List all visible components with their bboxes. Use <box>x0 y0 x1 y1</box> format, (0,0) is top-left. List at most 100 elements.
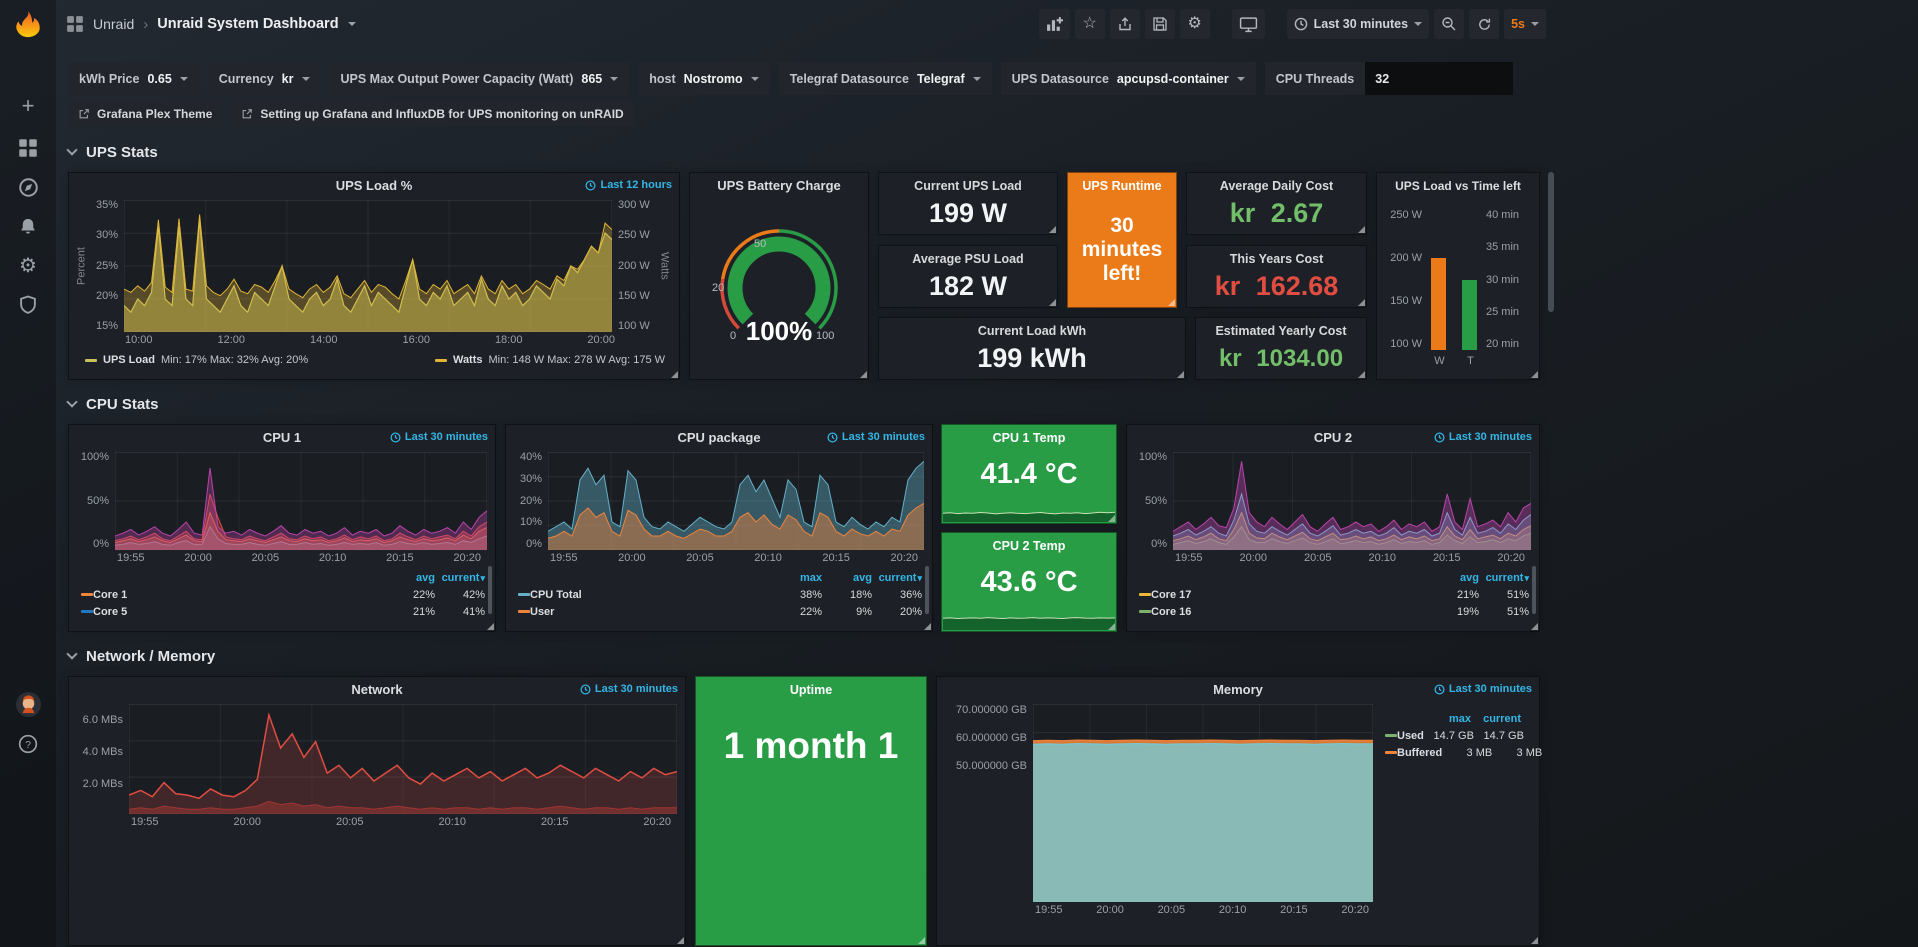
cpu-threads-input[interactable] <box>1365 62 1513 95</box>
resize-handle[interactable] <box>1108 623 1115 630</box>
link-ups-monitoring-guide[interactable]: Setting up Grafana and InfluxDB for UPS … <box>231 101 633 126</box>
section-ups-stats[interactable]: UPS Stats <box>68 142 158 162</box>
panel-title[interactable]: Current Load kWh <box>978 324 1086 338</box>
section-network-memory[interactable]: Network / Memory <box>68 646 215 666</box>
panel-title[interactable]: Memory <box>1213 682 1263 697</box>
time-range-badge[interactable]: Last 30 minutes <box>1434 431 1532 443</box>
grafana-logo[interactable] <box>0 6 56 46</box>
add-icon[interactable]: + <box>0 90 56 122</box>
variable-ups-datasource[interactable]: UPS Datasourceapcupsd-container <box>1001 62 1256 95</box>
time-range-badge[interactable]: Last 30 minutes <box>827 431 925 443</box>
memory-graph-plot[interactable] <box>1033 704 1373 902</box>
resize-handle[interactable] <box>1177 371 1184 378</box>
legend-header[interactable]: max <box>772 572 822 584</box>
page-scrollbar-thumb[interactable] <box>1548 172 1554 312</box>
resize-handle[interactable] <box>1108 515 1115 522</box>
legend-scrollbar[interactable] <box>488 566 492 614</box>
legend-header[interactable]: current <box>872 572 922 584</box>
cpu2-graph-plot[interactable] <box>1173 452 1531 550</box>
panel-title[interactable]: CPU package <box>677 430 760 445</box>
chevron-down-icon[interactable] <box>348 22 356 26</box>
panel-title[interactable]: Network <box>351 682 402 697</box>
panel-title[interactable]: CPU 1 Temp <box>993 431 1066 445</box>
dashboards-icon[interactable] <box>0 132 56 164</box>
legend-series-name[interactable]: UPS Load <box>103 354 155 366</box>
legend-header[interactable]: max <box>1421 713 1471 725</box>
legend-scrollbar[interactable] <box>925 566 929 614</box>
panel-title[interactable]: Estimated Yearly Cost <box>1215 324 1346 338</box>
time-range-badge[interactable]: Last 12 hours <box>585 179 672 191</box>
legend-header[interactable]: current <box>1479 572 1529 584</box>
ups-load-graph-plot[interactable] <box>124 200 612 332</box>
time-range-picker[interactable]: Last 30 minutes <box>1287 9 1429 39</box>
refresh-interval-picker[interactable]: 5s <box>1504 9 1546 39</box>
star-dashboard-button[interactable]: ☆ <box>1075 9 1105 39</box>
time-range-badge[interactable]: Last 30 minutes <box>1434 683 1532 695</box>
legend-header[interactable]: current <box>1471 713 1521 725</box>
panel-title[interactable]: UPS Load vs Time left <box>1395 179 1521 193</box>
configuration-gear-icon[interactable]: ⚙ <box>0 250 56 282</box>
variable-ups-max-output[interactable]: UPS Max Output Power Capacity (Watt)865 <box>330 62 630 95</box>
resize-handle[interactable] <box>677 937 684 944</box>
panel-title[interactable]: Average PSU Load <box>912 252 1023 266</box>
resize-handle[interactable] <box>1049 226 1056 233</box>
dashboard-title[interactable]: Unraid System Dashboard <box>157 16 338 32</box>
panel-title[interactable]: UPS Load % <box>336 178 413 193</box>
explore-compass-icon[interactable] <box>0 171 56 203</box>
resize-handle[interactable] <box>860 371 867 378</box>
legend-series-name[interactable]: CPU Total <box>530 589 582 601</box>
breadcrumb-folder[interactable]: Unraid <box>93 16 134 32</box>
share-dashboard-button[interactable] <box>1110 9 1140 39</box>
cpu1-graph-plot[interactable] <box>115 452 487 550</box>
variable-currency[interactable]: Currencykr <box>208 62 321 95</box>
legend-series-name[interactable]: Used <box>1397 730 1424 742</box>
resize-handle[interactable] <box>1531 371 1538 378</box>
legend-series-name[interactable]: Watts <box>453 354 483 366</box>
resize-handle[interactable] <box>1049 299 1056 306</box>
add-panel-button[interactable] <box>1039 9 1070 39</box>
variable-telegraf-datasource[interactable]: Telegraf DatasourceTelegraf <box>779 62 992 95</box>
resize-handle[interactable] <box>1168 299 1175 306</box>
resize-handle[interactable] <box>918 937 925 944</box>
legend-header[interactable]: avg <box>822 572 872 584</box>
legend-series-name[interactable]: Core 16 <box>1151 606 1191 618</box>
legend-header[interactable]: avg <box>385 572 435 584</box>
time-range-badge[interactable]: Last 30 minutes <box>580 683 678 695</box>
panel-title[interactable]: This Years Cost <box>1230 252 1324 266</box>
legend-series-name[interactable]: Core 17 <box>1151 589 1191 601</box>
panel-title[interactable]: UPS Battery Charge <box>717 178 841 193</box>
legend-header[interactable]: avg <box>1429 572 1479 584</box>
resize-handle[interactable] <box>1531 937 1538 944</box>
section-cpu-stats[interactable]: CPU Stats <box>68 394 159 414</box>
save-dashboard-button[interactable] <box>1145 9 1175 39</box>
alerting-bell-icon[interactable] <box>0 211 56 243</box>
resize-handle[interactable] <box>1531 623 1538 630</box>
panel-title[interactable]: CPU 2 Temp <box>993 539 1066 553</box>
legend-header[interactable]: current <box>435 572 485 584</box>
cycle-view-mode-button[interactable] <box>1232 9 1265 39</box>
help-icon[interactable]: ? <box>0 728 56 760</box>
legend-series-name[interactable]: User <box>530 606 554 618</box>
panel-title[interactable]: UPS Runtime <box>1082 179 1161 193</box>
legend-series-name[interactable]: Core 5 <box>93 606 127 618</box>
resize-handle[interactable] <box>924 623 931 630</box>
panel-title[interactable]: Current UPS Load <box>914 179 1022 193</box>
panel-title[interactable]: Uptime <box>790 683 832 697</box>
resize-handle[interactable] <box>671 371 678 378</box>
zoom-out-time-button[interactable] <box>1434 9 1464 39</box>
panel-title[interactable]: CPU 2 <box>1314 430 1352 445</box>
network-graph-plot[interactable] <box>129 704 677 814</box>
legend-series-name[interactable]: Buffered <box>1397 747 1442 759</box>
link-grafana-plex-theme[interactable]: Grafana Plex Theme <box>68 101 222 126</box>
legend-scrollbar[interactable] <box>1532 566 1536 614</box>
cpu-package-graph-plot[interactable] <box>548 452 924 550</box>
resize-handle[interactable] <box>1358 299 1365 306</box>
panel-title[interactable]: CPU 1 <box>263 430 301 445</box>
resize-handle[interactable] <box>1358 226 1365 233</box>
refresh-button[interactable] <box>1469 9 1499 39</box>
legend-series-name[interactable]: Core 1 <box>93 589 127 601</box>
time-range-badge[interactable]: Last 30 minutes <box>390 431 488 443</box>
resize-handle[interactable] <box>487 623 494 630</box>
panel-title[interactable]: Average Daily Cost <box>1220 179 1333 193</box>
resize-handle[interactable] <box>1358 371 1365 378</box>
